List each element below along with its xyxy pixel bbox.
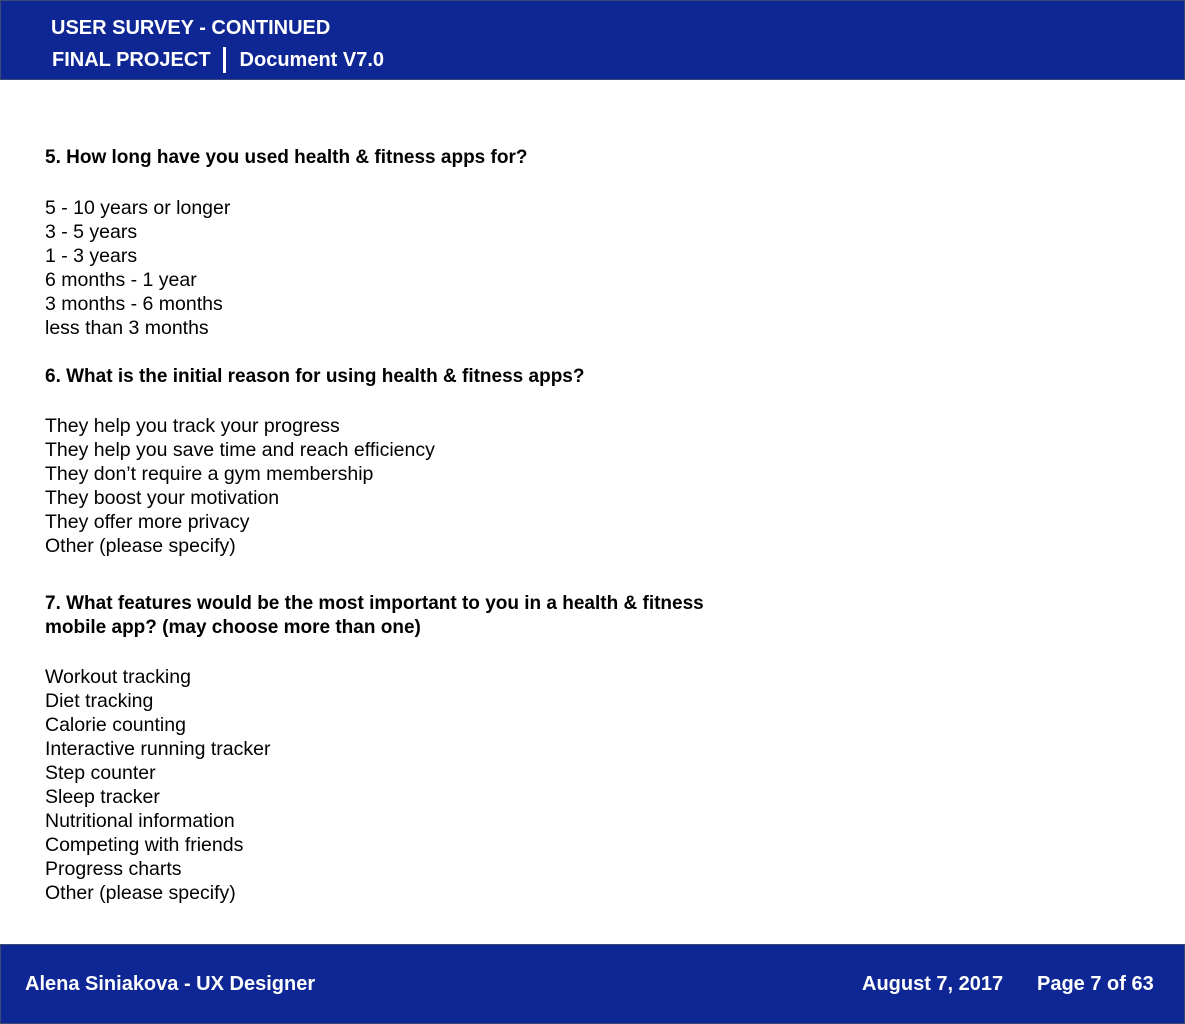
option-item: They help you track your progress: [45, 415, 340, 437]
option-item: 6 months - 1 year: [45, 269, 197, 291]
option-item: Step counter: [45, 762, 156, 784]
option-item: Progress charts: [45, 858, 182, 880]
option-item: Calorie counting: [45, 714, 186, 736]
project-label: FINAL PROJECT: [52, 49, 211, 71]
option-item: 1 - 3 years: [45, 245, 138, 267]
question-6: 6. What is the initial reason for using …: [45, 366, 585, 387]
question-7-line-1: 7. What features would be the most impor…: [45, 593, 704, 614]
option-item: Workout tracking: [45, 666, 191, 688]
survey-content: 5. How long have you used health & fitne…: [45, 146, 805, 905]
option-item: Interactive running tracker: [45, 738, 271, 760]
header-divider: [222, 47, 226, 73]
option-item: They offer more privacy: [45, 511, 250, 533]
page-footer: Alena Siniakova - UX Designer August 7, …: [0, 944, 1185, 1024]
page-header: USER SURVEY - CONTINUED FINAL PROJECT Do…: [0, 0, 1185, 80]
footer-author: Alena Siniakova - UX Designer: [25, 973, 316, 995]
question-7-line-2: mobile app? (may choose more than one): [45, 617, 421, 638]
option-item: Diet tracking: [45, 690, 154, 712]
question-5-options: 5 - 10 years or longer 3 - 5 years 1 - 3…: [45, 196, 805, 340]
question-7-options: Workout tracking Diet tracking Calorie c…: [45, 665, 805, 905]
option-item: They boost your motivation: [45, 487, 280, 509]
question-5: 5. How long have you used health & fitne…: [45, 147, 528, 168]
question-6-options: They help you track your progress They h…: [45, 414, 805, 558]
footer-date: August 7, 2017: [862, 973, 1004, 995]
option-item: They help you save time and reach effici…: [45, 439, 435, 461]
option-item: 5 - 10 years or longer: [45, 197, 231, 219]
option-item: less than 3 months: [45, 317, 209, 339]
option-item: 3 months - 6 months: [45, 293, 223, 315]
header-title: USER SURVEY - CONTINUED: [51, 17, 331, 39]
page-number: Page 7 of 63: [1037, 973, 1154, 995]
option-item: Other (please specify): [45, 882, 236, 904]
option-item: They don’t require a gym membership: [45, 463, 374, 485]
document-page: USER SURVEY - CONTINUED FINAL PROJECT Do…: [0, 0, 1185, 1024]
option-item: Competing with friends: [45, 834, 244, 856]
option-item: Other (please specify): [45, 535, 236, 557]
option-item: 3 - 5 years: [45, 221, 138, 243]
header-subline: FINAL PROJECT Document V7.0: [52, 47, 384, 73]
option-item: Sleep tracker: [45, 786, 160, 808]
question-7: 7. What features would be the most impor…: [45, 592, 805, 640]
document-version: Document V7.0: [239, 49, 385, 71]
option-item: Nutritional information: [45, 810, 235, 832]
